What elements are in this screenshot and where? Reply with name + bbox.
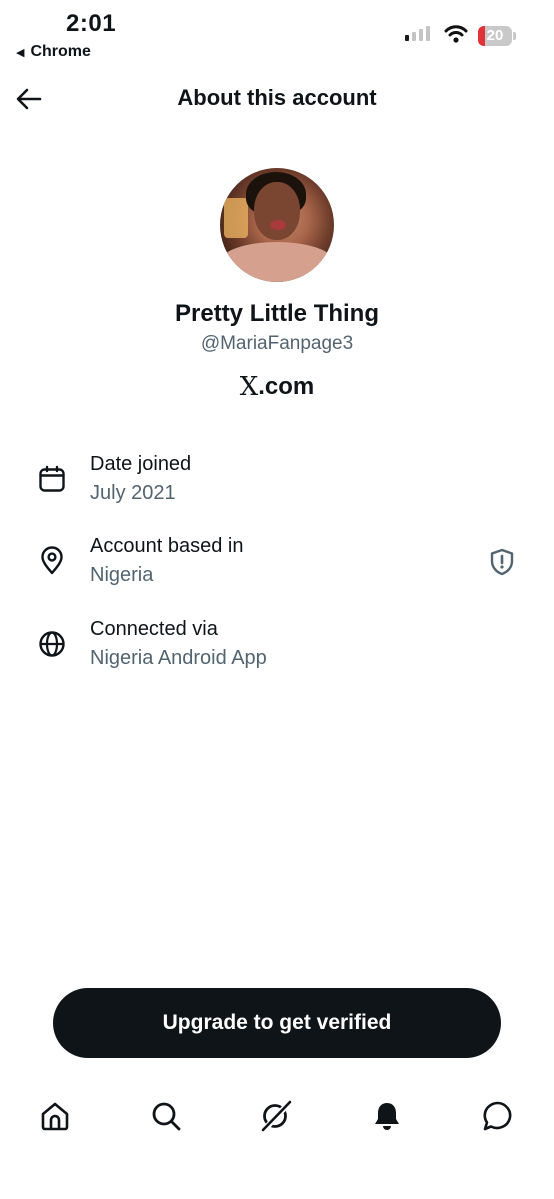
notifications-bell-icon[interactable] bbox=[370, 1099, 404, 1133]
date-joined-label: Date joined bbox=[90, 453, 192, 475]
date-joined-value: July 2021 bbox=[90, 482, 176, 504]
display-name: Pretty Little Thing bbox=[175, 300, 379, 327]
source-domain-suffix: .com bbox=[258, 373, 315, 400]
location-pin-icon bbox=[41, 546, 63, 575]
signal-icon bbox=[405, 26, 430, 41]
back-app-label: Chrome bbox=[30, 43, 91, 60]
status-time: 2:01 bbox=[66, 10, 117, 37]
home-icon[interactable] bbox=[38, 1099, 72, 1133]
back-to-app-link[interactable]: ◀ Chrome bbox=[16, 43, 91, 61]
battery-icon: 20 bbox=[478, 26, 512, 46]
handle: @MariaFanpage3 bbox=[200, 333, 354, 354]
battery-nub bbox=[513, 32, 516, 40]
avatar[interactable] bbox=[220, 168, 334, 282]
source-domain: X .com bbox=[0, 372, 554, 402]
account-based-label: Account based in bbox=[90, 535, 244, 557]
connected-via-value: Nigeria Android App bbox=[90, 647, 267, 669]
battery-level: 20 bbox=[486, 27, 504, 44]
account-based-value: Nigeria bbox=[90, 564, 154, 586]
x-logo-icon: X bbox=[239, 372, 259, 402]
wifi-icon bbox=[444, 25, 468, 43]
calendar-icon bbox=[39, 465, 65, 492]
messages-icon[interactable] bbox=[481, 1099, 515, 1133]
grok-icon[interactable] bbox=[259, 1099, 293, 1133]
search-icon[interactable] bbox=[149, 1099, 183, 1133]
back-triangle-icon: ◀ bbox=[16, 46, 25, 59]
upgrade-verified-button[interactable]: Upgrade to get verified bbox=[53, 988, 501, 1058]
globe-icon bbox=[39, 631, 65, 657]
shield-exclamation-icon[interactable] bbox=[487, 547, 517, 577]
page-title: About this account bbox=[177, 85, 377, 110]
connected-via-label: Connected via bbox=[90, 618, 218, 640]
